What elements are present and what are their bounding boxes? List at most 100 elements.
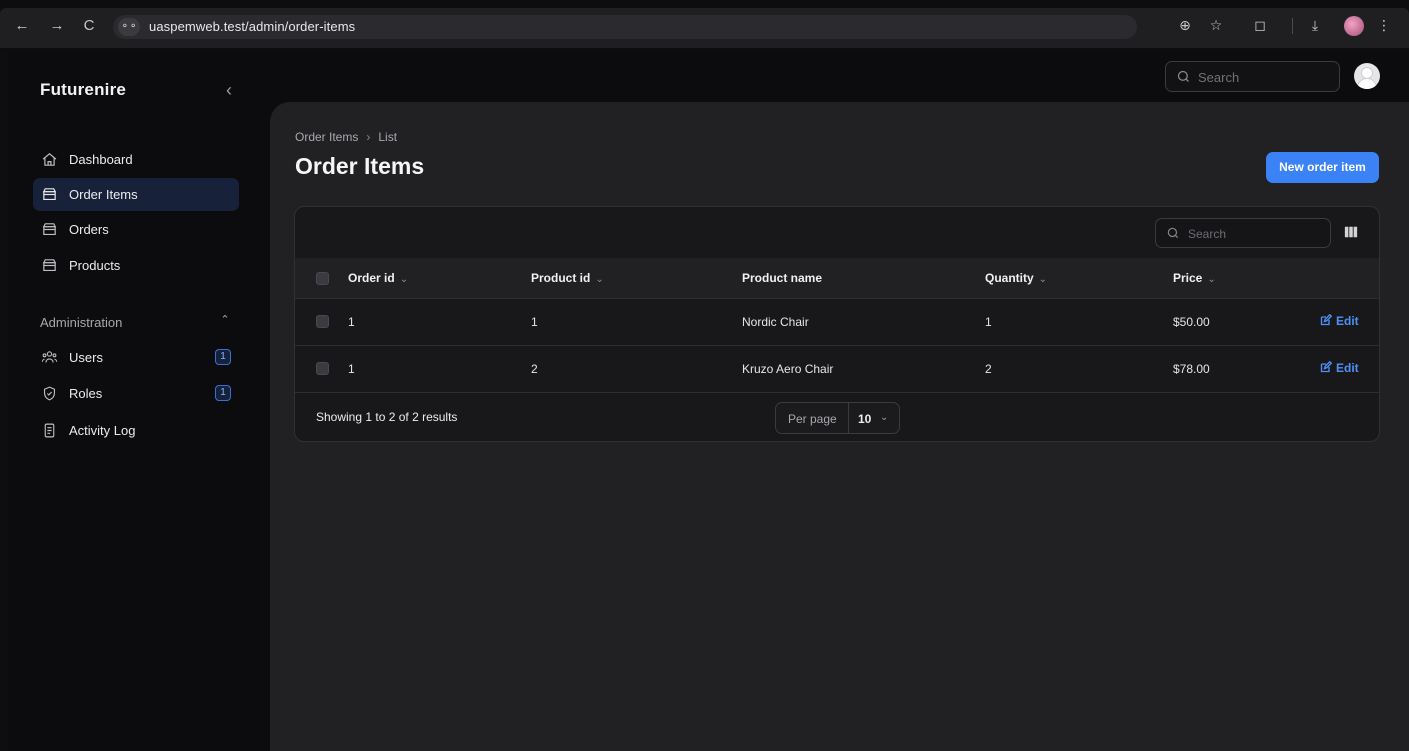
column-product-name: Product name: [742, 271, 822, 285]
browser-profile-avatar[interactable]: [1344, 16, 1364, 36]
cell-product-name: Nordic Chair: [742, 315, 809, 329]
admin-app: Futurenire ‹ Dashboard Order Items Order…: [8, 52, 1409, 751]
edit-button[interactable]: Edit: [1320, 314, 1359, 328]
column-product-id[interactable]: Product id ⌄: [531, 271, 604, 285]
column-label: Product id: [531, 271, 591, 285]
table-row[interactable]: 1 1 Nordic Chair 1 $50.00 Edit: [295, 298, 1379, 344]
zoom-icon[interactable]: ⊕: [1175, 16, 1195, 36]
cell-product-id: 1: [531, 315, 538, 329]
shield-icon: [43, 386, 56, 401]
sidebar-item-label: Orders: [69, 222, 109, 237]
users-icon: [41, 351, 58, 363]
users-count-badge: 1: [215, 349, 231, 365]
cell-order-id: 1: [348, 362, 355, 376]
main-content: Order Items › List Order Items New order i…: [270, 102, 1409, 751]
column-label: Product name: [742, 271, 823, 285]
sidebar: Futurenire ‹ Dashboard Order Items Order…: [8, 52, 270, 751]
sort-chevron-icon: ⌄: [1038, 274, 1048, 285]
cell-price: $50.00: [1173, 315, 1210, 329]
column-label: Quantity: [985, 271, 1034, 285]
box-icon: [42, 223, 57, 236]
breadcrumb-order-items[interactable]: Order Items: [295, 130, 358, 144]
cell-price: $78.00: [1173, 362, 1210, 376]
edit-button[interactable]: Edit: [1320, 361, 1359, 375]
sidebar-item-roles[interactable]: Roles 1: [33, 377, 239, 410]
search-icon: [1167, 227, 1179, 239]
roles-count-badge: 1: [215, 385, 231, 401]
document-icon: [44, 423, 55, 438]
download-icon[interactable]: ⤓: [1305, 16, 1325, 36]
avatar-body: [1358, 79, 1376, 89]
sort-chevron-icon: ⌄: [595, 274, 604, 285]
sidebar-item-products[interactable]: Products: [33, 249, 239, 282]
column-label: Order id: [348, 271, 395, 285]
chevron-down-icon: ⌄: [880, 412, 889, 423]
sidebar-item-dashboard[interactable]: Dashboard: [33, 143, 239, 176]
box-icon: [42, 259, 57, 272]
url-text[interactable]: uaspemweb.test/admin/order-items: [149, 19, 355, 34]
sidebar-item-label: Order Items: [69, 187, 138, 202]
cell-product-id: 2: [531, 362, 538, 376]
sidebar-item-label: Activity Log: [69, 423, 136, 438]
box-icon: [42, 188, 57, 201]
new-order-item-button[interactable]: New order item: [1266, 152, 1379, 183]
results-summary: Showing 1 to 2 of 2 results: [316, 410, 458, 424]
column-quantity[interactable]: Quantity ⌄: [985, 271, 1047, 285]
search-icon: [1177, 70, 1189, 82]
edit-label: Edit: [1336, 361, 1359, 375]
column-label: Price: [1173, 271, 1203, 285]
per-page-value: 10: [858, 412, 872, 426]
sidebar-item-users[interactable]: Users 1: [33, 341, 239, 374]
sidebar-item-orders[interactable]: Orders: [33, 213, 239, 246]
user-avatar[interactable]: [1354, 63, 1380, 89]
table-header: Order id ⌄ Product id ⌄ Product name Quant…: [295, 258, 1379, 298]
back-icon[interactable]: ←: [12, 16, 32, 36]
edit-icon: [1320, 361, 1332, 373]
order-items-table: Search Order id ⌄ Product id ⌄ Product nam…: [294, 206, 1380, 442]
browser-window-bar: ← → C ⚬⚬ uaspemweb.test/admin/order-item…: [0, 0, 1409, 52]
table-row[interactable]: 1 2 Kruzo Aero Chair 2 $78.00 Edit: [295, 345, 1379, 391]
breadcrumb: Order Items › List: [295, 130, 397, 144]
bookmark-star-icon[interactable]: ☆: [1206, 16, 1226, 36]
page-title: Order Items: [295, 153, 425, 179]
cell-product-name: Kruzo Aero Chair: [742, 362, 834, 376]
columns-toggle-icon[interactable]: [1344, 225, 1358, 239]
sidebar-item-label: Dashboard: [69, 152, 133, 167]
table-search-input[interactable]: Search: [1155, 218, 1331, 248]
extensions-icon[interactable]: ◻: [1250, 16, 1270, 36]
chevron-up-icon[interactable]: ⌃: [218, 312, 232, 328]
edit-label: Edit: [1336, 314, 1359, 328]
select-all-checkbox[interactable]: [316, 272, 329, 285]
column-order-id[interactable]: Order id ⌄: [348, 271, 408, 285]
brand-name[interactable]: Futurenire: [40, 80, 126, 100]
reload-icon[interactable]: C: [79, 16, 99, 36]
home-icon: [42, 153, 57, 166]
sort-chevron-icon: ⌄: [1207, 274, 1216, 285]
per-page-label: Per page: [788, 412, 837, 426]
sidebar-item-label: Products: [69, 258, 121, 273]
sidebar-item-order-items[interactable]: Order Items: [33, 178, 239, 211]
cell-order-id: 1: [348, 315, 355, 329]
sidebar-group-administration[interactable]: Administration: [40, 315, 122, 330]
more-menu-icon[interactable]: ⋮: [1374, 16, 1394, 36]
search-placeholder: Search: [1188, 227, 1227, 241]
row-checkbox[interactable]: [316, 362, 329, 375]
per-page-divider: [848, 403, 849, 433]
edit-icon: [1320, 314, 1332, 326]
toolbar-divider: [1292, 18, 1293, 34]
cell-quantity: 1: [985, 315, 992, 329]
sidebar-item-label: Roles: [69, 386, 103, 401]
search-placeholder: Search: [1198, 70, 1240, 85]
table-footer: Showing 1 to 2 of 2 results Per page 10 …: [295, 392, 1379, 441]
collapse-sidebar-icon[interactable]: ‹: [221, 80, 237, 100]
cell-quantity: 2: [985, 362, 992, 376]
row-checkbox[interactable]: [316, 315, 329, 328]
site-info-icon[interactable]: ⚬⚬: [118, 18, 140, 36]
sidebar-item-activity-log[interactable]: Activity Log: [33, 414, 239, 447]
column-price[interactable]: Price ⌄: [1173, 271, 1216, 285]
forward-icon[interactable]: →: [47, 16, 67, 36]
per-page-select[interactable]: Per page 10 ⌄: [775, 402, 900, 434]
sidebar-item-label: Users: [69, 350, 103, 365]
chevron-right-icon: ›: [366, 130, 371, 144]
global-search-input[interactable]: Search: [1165, 61, 1340, 92]
